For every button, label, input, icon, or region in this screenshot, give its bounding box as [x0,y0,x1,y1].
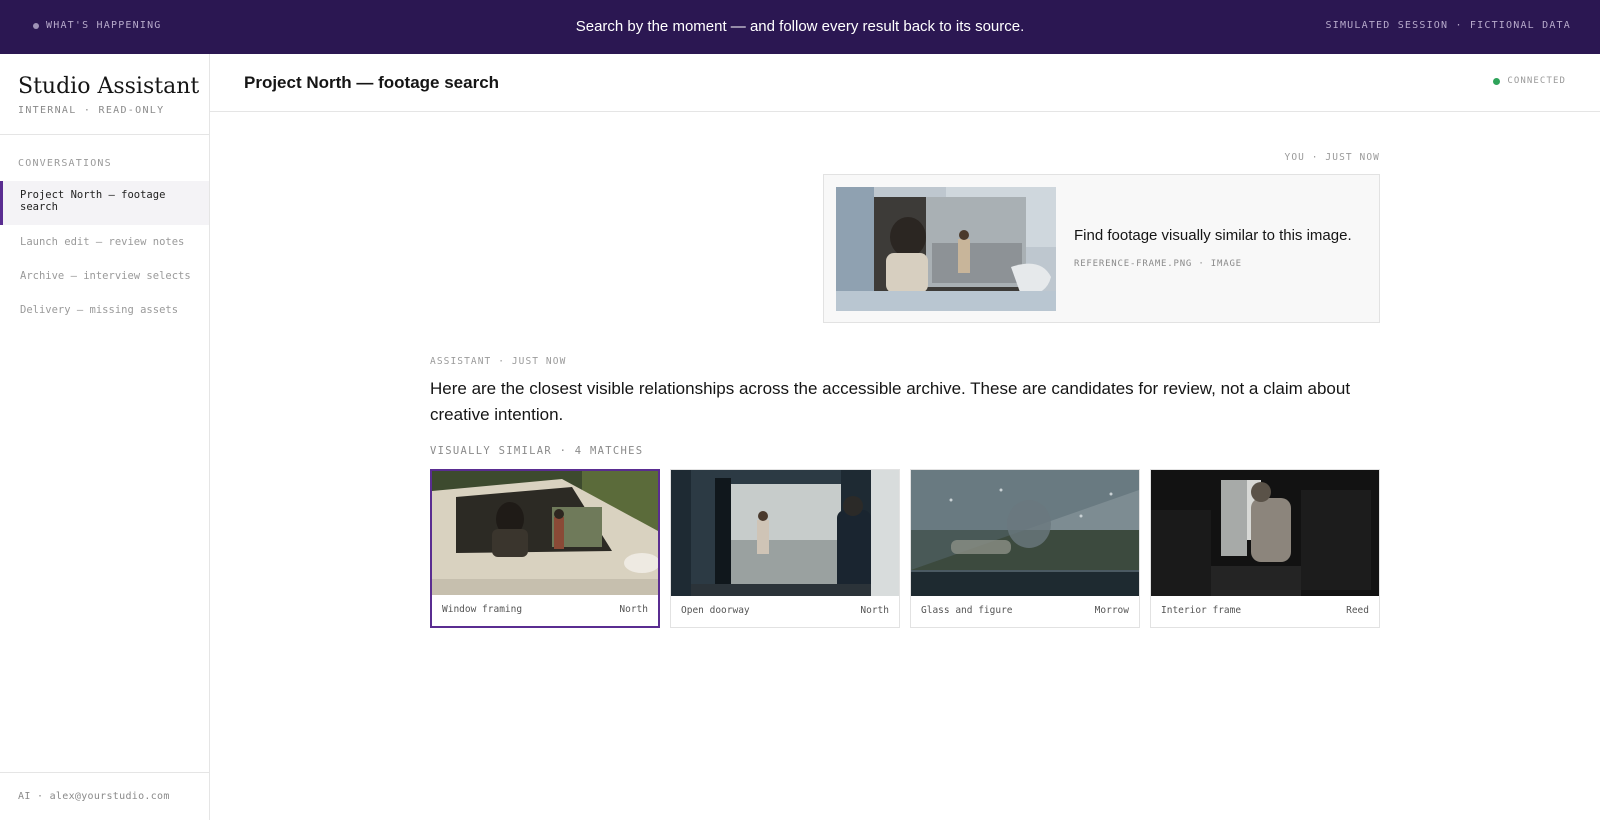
result-thumbnail [432,471,658,597]
sidebar-footer-divider [0,772,209,773]
conversation-item-launch-edit[interactable]: Launch edit — review notes [0,225,209,259]
reference-frame-image[interactable] [836,187,1056,311]
results-heading: VISUALLY SIMILAR · 4 MATCHES [430,445,644,457]
user-message: Find footage visually similar to this im… [823,174,1380,323]
conversations-heading: CONVERSATIONS [18,158,112,169]
conversation-item-delivery[interactable]: Delivery — missing assets [0,293,209,327]
assistant-message-text: Here are the closest visible relationshi… [430,379,1351,424]
page-title: Project North — footage search [244,73,500,92]
result-thumbnail [1151,470,1379,596]
result-thumbnail [911,470,1139,596]
result-label: Open doorway [681,605,750,616]
conversation-item-archive[interactable]: Archive — interview selects [0,259,209,293]
sidebar: Studio Assistant INTERNAL · READ-ONLY CO… [0,54,210,820]
result-thumbnail [671,470,899,596]
brand: Studio Assistant INTERNAL · READ-ONLY [18,74,199,116]
top-banner: WHAT'S HAPPENING Search by the moment — … [0,0,1600,54]
result-label: Window framing [442,604,523,615]
main-header: Project North — footage search CONNECTED [210,54,1600,112]
result-project: North [860,605,889,616]
user-account[interactable]: AI · alex@yourstudio.com [18,791,170,802]
assistant-message-meta: ASSISTANT · JUST NOW [430,356,567,367]
user-message-meta: YOU · JUST NOW [1284,152,1380,163]
attachment-label: REFERENCE-FRAME.PNG · IMAGE [1074,259,1242,269]
result-project: Morrow [1094,605,1129,616]
connected-dot-icon [1493,77,1501,85]
result-card-open-doorway[interactable]: Open doorway North [670,469,900,628]
connection-status: CONNECTED [1493,76,1566,86]
result-label: Interior frame [1161,605,1242,616]
connection-status-label: CONNECTED [1507,76,1566,86]
results-grid: Window framing North Open doorway North [430,469,1380,628]
sidebar-divider [0,134,209,135]
result-project: North [619,604,648,615]
result-label: Glass and figure [921,605,1013,616]
banner-right: SIMULATED SESSION · FICTIONAL DATA [1325,20,1571,31]
user-message-text: Find footage visually similar to this im… [1074,227,1352,244]
conversation-list: Project North — footage search Launch ed… [0,181,209,327]
conversation-item-project-north[interactable]: Project North — footage search [0,181,209,225]
result-card-interior-frame[interactable]: Interior frame Reed [1150,469,1380,628]
brand-title: Studio Assistant [18,74,200,99]
result-project: Reed [1346,605,1369,616]
result-card-glass-and-figure[interactable]: Glass and figure Morrow [910,469,1140,628]
result-card-window-framing[interactable]: Window framing North [430,469,660,628]
brand-subtitle: INTERNAL · READ-ONLY [18,105,165,116]
